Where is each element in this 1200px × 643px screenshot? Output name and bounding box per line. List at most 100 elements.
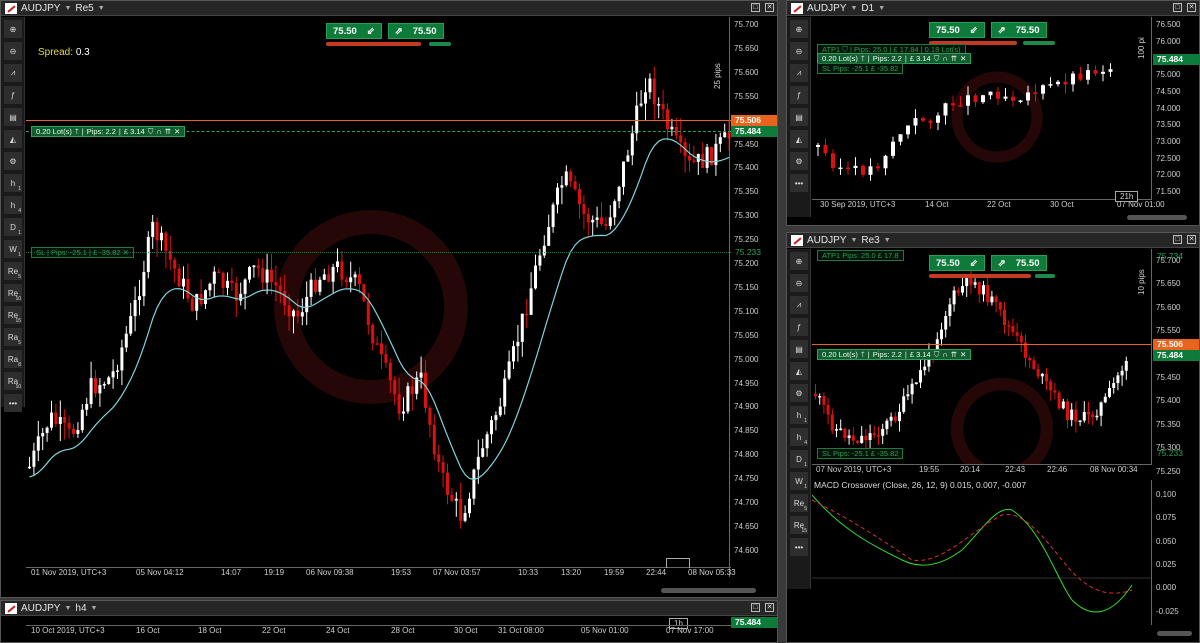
timeframe-button[interactable]: Re 5	[790, 494, 808, 512]
more-icon[interactable]: •••	[4, 394, 22, 412]
buy-button[interactable]: ⇗ 75.50	[990, 255, 1047, 271]
zoom-out-icon[interactable]: ⊖	[790, 42, 808, 60]
double-arrow-icon[interactable]: ⇈	[165, 127, 171, 136]
settings-icon[interactable]: ⚙	[790, 152, 808, 170]
drawing-icon[interactable]: ◭	[790, 130, 808, 148]
timeframe-button[interactable]: h4	[790, 428, 808, 446]
double-arrow-icon[interactable]: ⇈	[951, 54, 957, 63]
close-button[interactable]: ✕	[1187, 3, 1196, 12]
stop-loss-bar[interactable]: SL | Pips: -25.1 | £ -35.82 ✕	[31, 247, 134, 258]
h4-time-axis[interactable]: 10 Oct 2019, UTC+3 16 Oct 18 Oct 22 Oct 24 O…	[26, 625, 731, 639]
position-bar[interactable]: 0.20 Lot(s) 🡑 | Pips: 2.2 | £ 3.14 ⛉ ∩ ⇈ ✕	[31, 126, 186, 137]
buy-button[interactable]: ⇗ 75.50	[387, 23, 444, 39]
timeframe-button[interactable]: Ra 10	[4, 372, 22, 390]
re3-take-profit-bar[interactable]: ATP1 Pips: 25.0 £ 17.8	[817, 250, 904, 261]
timeframe-button[interactable]: Re 10	[4, 284, 22, 302]
timeframe-button[interactable]: D1	[4, 218, 22, 236]
shield-icon[interactable]: ⛉	[934, 54, 940, 63]
main-candles[interactable]	[26, 17, 731, 577]
timeframe-button[interactable]: h1	[4, 174, 22, 192]
chevron-down-icon[interactable]: ▼	[91, 605, 98, 612]
maximize-button[interactable]: □	[751, 3, 760, 12]
drawing-icon[interactable]: ◭	[4, 130, 22, 148]
price-axis[interactable]: 75.70075.65075.60075.55075.50075.45075.4…	[729, 17, 777, 577]
timeframe-selector[interactable]: D1	[861, 3, 874, 14]
timeframe-button[interactable]: W1	[790, 472, 808, 490]
chevron-down-icon[interactable]: ▼	[850, 237, 857, 244]
timeframe-button[interactable]: Re 15	[790, 516, 808, 534]
shield-icon[interactable]: ⛉	[934, 350, 940, 359]
indicator-icon[interactable]: ⩘	[790, 64, 808, 82]
settings-icon[interactable]: ⚙	[790, 384, 808, 402]
sell-button[interactable]: 75.50 ⇙	[929, 255, 985, 271]
zoom-in-icon[interactable]: ⊕	[4, 20, 22, 38]
chevron-down-icon[interactable]: ▼	[878, 5, 885, 12]
d1-time-axis[interactable]: 30 Sep 2019, UTC+3 14 Oct 22 Oct 30 Oct 07 N…	[812, 199, 1165, 213]
timeframe-button[interactable]: Re 5	[4, 262, 22, 280]
symbol-selector[interactable]: AUDJPY	[807, 3, 846, 14]
symbol-selector[interactable]: AUDJPY	[21, 3, 60, 14]
horizontal-scrollbar[interactable]	[661, 588, 756, 593]
macd-chart[interactable]	[812, 490, 1152, 620]
timeframe-button[interactable]: Ra 5	[4, 328, 22, 346]
zoom-in-icon[interactable]: ⊕	[790, 20, 808, 38]
timeframe-button[interactable]: W1	[4, 240, 22, 258]
chevron-down-icon[interactable]: ▼	[64, 605, 71, 612]
d1-price-axis[interactable]: 76.50076.00075.50075.00074.50074.00073.5…	[1151, 17, 1199, 199]
chevron-down-icon[interactable]: ▼	[884, 237, 891, 244]
chevron-down-icon[interactable]: ▼	[98, 5, 105, 12]
shield-icon[interactable]: ⛉	[148, 127, 154, 136]
double-arrow-icon[interactable]: ⇈	[951, 350, 957, 359]
d1-scrollbar[interactable]	[1127, 215, 1187, 220]
zoom-in-icon[interactable]: ⊕	[790, 252, 808, 270]
symbol-selector[interactable]: AUDJPY	[21, 603, 60, 614]
reverse-icon[interactable]: ∩	[156, 127, 161, 136]
reverse-icon[interactable]: ∩	[942, 350, 947, 359]
zoom-out-icon[interactable]: ⊖	[4, 42, 22, 60]
d1-stop-loss-bar[interactable]: SL Pips: -25.1 £ -35.82	[817, 63, 904, 74]
chart-type-icon[interactable]: ▤	[790, 340, 808, 358]
maximize-button[interactable]: □	[751, 603, 760, 612]
chart-type-icon[interactable]: ▤	[4, 108, 22, 126]
drawing-icon[interactable]: ◭	[790, 362, 808, 380]
chevron-down-icon[interactable]: ▼	[64, 5, 71, 12]
more-icon[interactable]: •••	[790, 174, 808, 192]
zoom-out-icon[interactable]: ⊖	[790, 274, 808, 292]
fix-icon[interactable]: ƒ	[790, 86, 808, 104]
fix-icon[interactable]: ƒ	[4, 86, 22, 104]
chart-type-icon[interactable]: ▤	[790, 108, 808, 126]
timeframe-button[interactable]: h1	[790, 406, 808, 424]
timeframe-button[interactable]: h4	[4, 196, 22, 214]
maximize-button[interactable]: □	[1173, 3, 1182, 12]
timeframe-selector[interactable]: h4	[75, 603, 86, 614]
timeframe-button[interactable]: Re 15	[4, 306, 22, 324]
timeframe-button[interactable]: D1	[790, 450, 808, 468]
re3-time-axis[interactable]: 07 Nov 2019, UTC+3 19:55 20:14 22:43 22:46 08…	[812, 464, 1152, 478]
timeframe-selector[interactable]: Re5	[75, 3, 93, 14]
sell-button[interactable]: 75.50 ⇙	[326, 23, 382, 39]
re3-scrollbar[interactable]	[1157, 631, 1192, 636]
maximize-button[interactable]: □	[1173, 235, 1182, 244]
settings-icon[interactable]: ⚙	[4, 152, 22, 170]
indicator-icon[interactable]: ⩘	[4, 64, 22, 82]
close-position-icon[interactable]: ✕	[174, 127, 180, 136]
more-icon[interactable]: •••	[790, 538, 808, 556]
symbol-selector[interactable]: AUDJPY	[807, 235, 846, 246]
close-position-icon[interactable]: ✕	[960, 54, 966, 63]
close-button[interactable]: ✕	[765, 603, 774, 612]
close-position-icon[interactable]: ✕	[960, 350, 966, 359]
re3-position-bar[interactable]: 0.20 Lot(s) 🡑 | Pips: 2.2 | £ 3.14 ⛉ ∩ ⇈ ✕	[817, 349, 972, 360]
timeframe-selector[interactable]: Re3	[861, 235, 879, 246]
chevron-down-icon[interactable]: ▼	[850, 5, 857, 12]
timeframe-button[interactable]: Ra 8	[4, 350, 22, 368]
time-axis[interactable]: 01 Nov 2019, UTC+3 05 Nov 04:12 14:07 19:19…	[26, 567, 736, 581]
sell-button[interactable]: 75.50 ⇙	[929, 22, 985, 38]
close-button[interactable]: ✕	[1187, 235, 1196, 244]
indicator-icon[interactable]: ⩘	[790, 296, 808, 314]
close-button[interactable]: ✕	[765, 3, 774, 12]
macd-axis[interactable]: 0.100 0.075 0.050 0.025 0.000 -0.025	[1151, 480, 1199, 625]
fix-icon[interactable]: ƒ	[790, 318, 808, 336]
buy-button[interactable]: ⇗ 75.50	[990, 22, 1047, 38]
reverse-icon[interactable]: ∩	[942, 54, 947, 63]
re3-stop-loss-bar[interactable]: SL Pips: -25.1 £ -35.82	[817, 448, 904, 459]
